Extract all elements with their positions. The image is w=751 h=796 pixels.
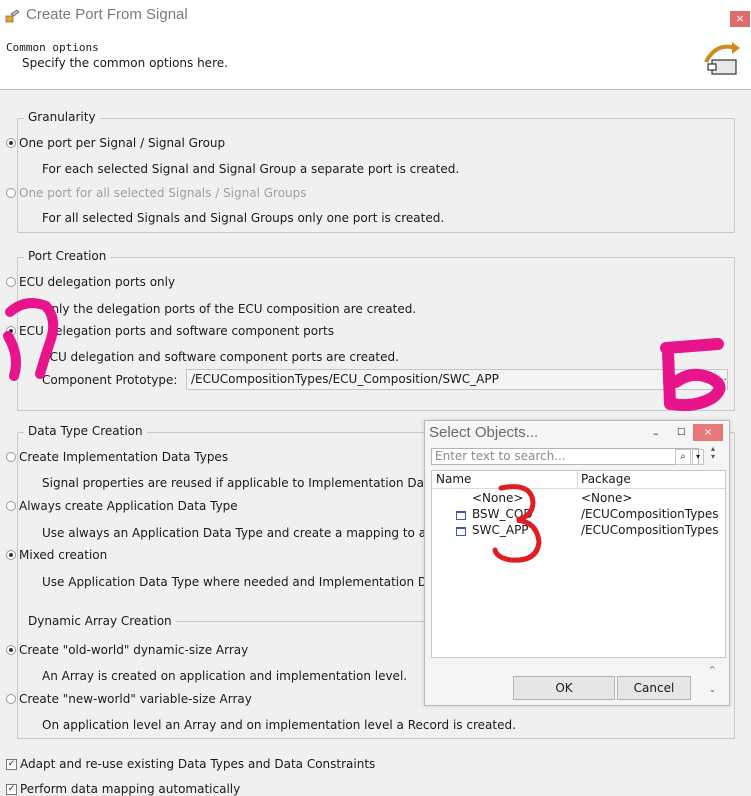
dynamic-array-legend: Dynamic Array Creation [28, 614, 172, 628]
port-signal-icon [704, 42, 740, 75]
scroll-arrows-icon[interactable]: ▴ ▾ [711, 445, 715, 461]
dynamic-array-desc-2: On application level an Array and on imp… [42, 718, 516, 732]
window-title: Create Port From Signal [26, 6, 188, 23]
checkbox-label: Adapt and re-use existing Data Types and… [20, 757, 376, 771]
radio-label: Always create Application Data Type [19, 499, 238, 513]
data-type-creation-legend: Data Type Creation [24, 424, 147, 438]
granularity-desc-2: For all selected Signals and Signal Grou… [42, 211, 445, 225]
radio-dot [6, 645, 16, 655]
list-item-name: BSW_COD [472, 507, 533, 521]
options-header: Common options Specify the common option… [0, 32, 751, 90]
select-dialog-title: Select Objects... [429, 424, 539, 441]
radio-one-port-for-all[interactable]: One port for all selected Signals / Sign… [6, 186, 307, 200]
radio-label: ECU delegation ports only [19, 275, 176, 289]
radio-label: One port per Signal / Signal Group [19, 136, 226, 150]
component-type-icon [456, 527, 466, 536]
component-prototype-label: Component Prototype: [42, 373, 178, 387]
radio-ecu-delegation-and-swc[interactable]: ECU delegation ports and software compon… [6, 324, 334, 338]
close-button[interactable]: × [730, 11, 750, 27]
title-bar: Create Port From Signal × [0, 0, 751, 33]
header-title: Common options [6, 41, 99, 54]
maximize-button[interactable]: □ [677, 427, 686, 437]
minimize-button[interactable]: – [653, 427, 659, 440]
radio-dot [6, 188, 16, 198]
data-type-desc-3: Use Application Data Type where needed a… [42, 575, 478, 589]
column-divider[interactable] [577, 471, 578, 488]
header-divider [432, 488, 725, 489]
column-header-name[interactable]: Name [436, 472, 471, 486]
list-item-package: /ECUCompositionTypes [581, 507, 719, 521]
radio-always-application[interactable]: Always create Application Data Type [6, 499, 238, 513]
chevron-down-icon[interactable]: ▾ [692, 449, 704, 465]
radio-dot [6, 326, 16, 336]
radio-create-implementation[interactable]: Create Implementation Data Types [6, 450, 228, 464]
radio-mixed-creation[interactable]: Mixed creation [6, 548, 107, 562]
dynamic-array-desc-1: An Array is created on application and i… [42, 669, 408, 683]
list-item[interactable]: SWC_APP /ECUCompositionTypes [432, 522, 725, 538]
port-creation-desc-2: ECU delegation and software component po… [42, 350, 399, 364]
checkbox-auto-mapping[interactable]: ✓ Perform data mapping automatically [6, 782, 240, 796]
object-list: Name Package <None> <None> BSW_COD /ECUC… [431, 470, 726, 658]
list-item[interactable]: <None> <None> [432, 490, 725, 506]
radio-dot [6, 138, 16, 148]
granularity-desc-1: For each selected Signal and Signal Grou… [42, 162, 460, 176]
list-item-package: /ECUCompositionTypes [581, 523, 719, 537]
radio-label: Create "old-world" dynamic-size Array [19, 643, 249, 657]
radio-dot [6, 452, 16, 462]
column-header-package[interactable]: Package [581, 472, 631, 486]
radio-label: Mixed creation [19, 548, 108, 562]
radio-one-port-per-signal[interactable]: One port per Signal / Signal Group [6, 136, 225, 150]
granularity-legend: Granularity [24, 110, 100, 124]
dynamic-array-divider [176, 621, 426, 622]
checkbox-check-icon: ✓ [6, 758, 17, 770]
checkbox-adapt-reuse[interactable]: ✓ Adapt and re-use existing Data Types an… [6, 757, 375, 771]
cancel-button[interactable]: Cancel [617, 676, 691, 700]
radio-new-world-array[interactable]: Create "new-world" variable-size Array [6, 692, 252, 706]
list-item-package: <None> [581, 491, 633, 505]
checkbox-check-icon: ✓ [6, 783, 17, 795]
radio-dot [6, 501, 16, 511]
search-input[interactable]: Enter text to search... [431, 448, 699, 465]
select-objects-dialog: Select Objects... – □ × Enter text to se… [424, 420, 730, 706]
browse-button[interactable]: ... [715, 371, 728, 388]
list-item-name: <None> [472, 491, 524, 505]
data-type-desc-2: Use always an Application Data Type and … [42, 526, 478, 540]
radio-old-world-array[interactable]: Create "old-world" dynamic-size Array [6, 643, 248, 657]
radio-dot [6, 277, 16, 287]
header-subtitle: Specify the common options here. [22, 56, 228, 70]
component-prototype-field[interactable]: /ECUCompositionTypes/ECU_Composition/SWC… [186, 369, 728, 390]
search-icon[interactable]: ⌕ [675, 449, 691, 465]
ok-button[interactable]: OK [513, 676, 615, 700]
scroll-arrows-icon[interactable]: ^ ⌄ [709, 665, 716, 695]
component-type-icon [456, 511, 466, 520]
radio-label: Create "new-world" variable-size Array [19, 692, 252, 706]
list-item-name: SWC_APP [472, 523, 529, 537]
radio-dot [6, 550, 16, 560]
radio-ecu-delegation-only[interactable]: ECU delegation ports only [6, 275, 175, 289]
port-creation-legend: Port Creation [24, 249, 111, 263]
port-creation-desc-1: Only the delegation ports of the ECU com… [42, 302, 417, 316]
list-item[interactable]: BSW_COD /ECUCompositionTypes [432, 506, 725, 522]
app-icon [5, 9, 20, 23]
radio-label: Create Implementation Data Types [19, 450, 229, 464]
radio-label: ECU delegation ports and software compon… [19, 324, 334, 338]
checkbox-label: Perform data mapping automatically [20, 782, 241, 796]
select-dialog-close-button[interactable]: × [693, 424, 723, 441]
radio-label: One port for all selected Signals / Sign… [19, 186, 307, 200]
data-type-desc-1: Signal properties are reused if applicab… [42, 476, 478, 490]
radio-dot [6, 694, 16, 704]
